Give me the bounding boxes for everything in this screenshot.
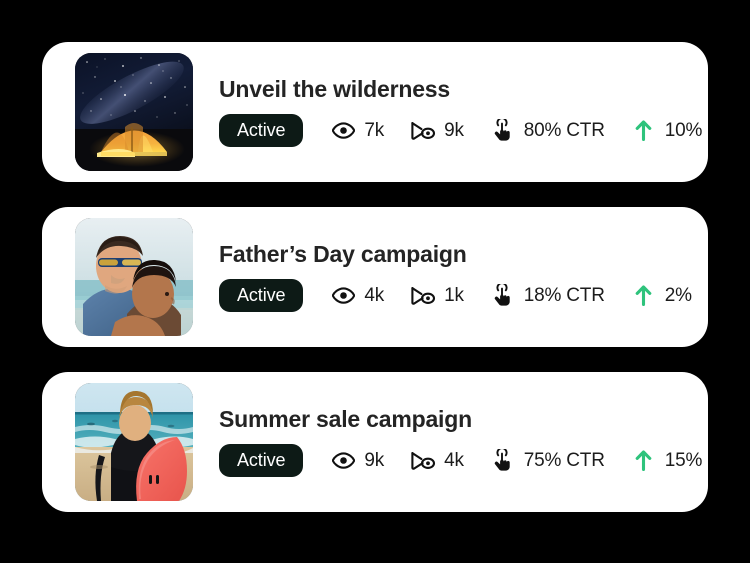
metric-change: 2% — [631, 284, 692, 308]
campaign-details: Summer sale campaign Active 9k 4k 75% CT… — [193, 405, 708, 478]
metric-ctr: 80% CTR — [490, 119, 605, 143]
eye-icon — [330, 449, 356, 473]
video-views-icon — [410, 119, 436, 143]
metric-impressions: 7k — [330, 119, 384, 143]
metric-change: 15% — [631, 449, 702, 473]
metric-value: 9k — [364, 449, 385, 471]
metric-value: 9k — [444, 119, 464, 141]
metric-value: 75% CTR — [523, 449, 605, 471]
campaign-metrics-row: Active 9k 4k 75% CTR 15% — [219, 444, 708, 478]
metric-value: 80% CTR — [523, 119, 605, 141]
metric-impressions: 4k — [330, 284, 384, 308]
click-hand-icon — [490, 284, 516, 308]
campaign-card-list: Unveil the wilderness Active 7k 9k 80% C… — [0, 0, 750, 563]
metric-views: 9k — [410, 119, 464, 143]
metric-value: 4k — [444, 449, 464, 471]
campaign-title: Summer sale campaign — [219, 405, 472, 432]
campaign-thumbnail — [75, 218, 193, 336]
campaign-card[interactable]: Unveil the wilderness Active 7k 9k 80% C… — [42, 42, 708, 182]
metric-value: 7k — [364, 119, 385, 141]
metric-value: 4k — [364, 284, 385, 306]
campaign-thumbnail — [75, 53, 193, 171]
metric-value: 1k — [444, 284, 464, 306]
campaign-title: Unveil the wilderness — [219, 75, 450, 102]
eye-icon — [330, 284, 356, 308]
status-badge: Active — [219, 444, 304, 478]
metric-ctr: 18% CTR — [490, 284, 605, 308]
metric-views: 1k — [410, 284, 464, 308]
click-hand-icon — [490, 119, 516, 143]
campaign-details: Father’s Day campaign Active 4k 1k 18% C… — [193, 240, 708, 313]
video-views-icon — [410, 284, 436, 308]
metric-value: 10% — [664, 119, 703, 141]
metric-views: 4k — [410, 449, 464, 473]
campaign-details: Unveil the wilderness Active 7k 9k 80% C… — [193, 75, 708, 148]
eye-icon — [330, 119, 356, 143]
arrow-up-icon — [631, 449, 657, 473]
arrow-up-icon — [631, 284, 657, 308]
campaign-metrics-row: Active 7k 9k 80% CTR 10% — [219, 114, 708, 148]
metric-value: 2% — [664, 284, 692, 306]
metric-value: 15% — [664, 449, 703, 471]
campaign-thumbnail — [75, 383, 193, 501]
campaign-card[interactable]: Summer sale campaign Active 9k 4k 75% CT… — [42, 372, 708, 512]
arrow-up-icon — [631, 119, 657, 143]
status-badge: Active — [219, 279, 304, 313]
metric-change: 10% — [631, 119, 702, 143]
click-hand-icon — [490, 449, 516, 473]
metric-value: 18% CTR — [523, 284, 605, 306]
campaign-title: Father’s Day campaign — [219, 240, 467, 267]
video-views-icon — [410, 449, 436, 473]
campaign-card[interactable]: Father’s Day campaign Active 4k 1k 18% C… — [42, 207, 708, 347]
campaign-metrics-row: Active 4k 1k 18% CTR 2% — [219, 279, 708, 313]
metric-ctr: 75% CTR — [490, 449, 605, 473]
metric-impressions: 9k — [330, 449, 384, 473]
status-badge: Active — [219, 114, 304, 148]
